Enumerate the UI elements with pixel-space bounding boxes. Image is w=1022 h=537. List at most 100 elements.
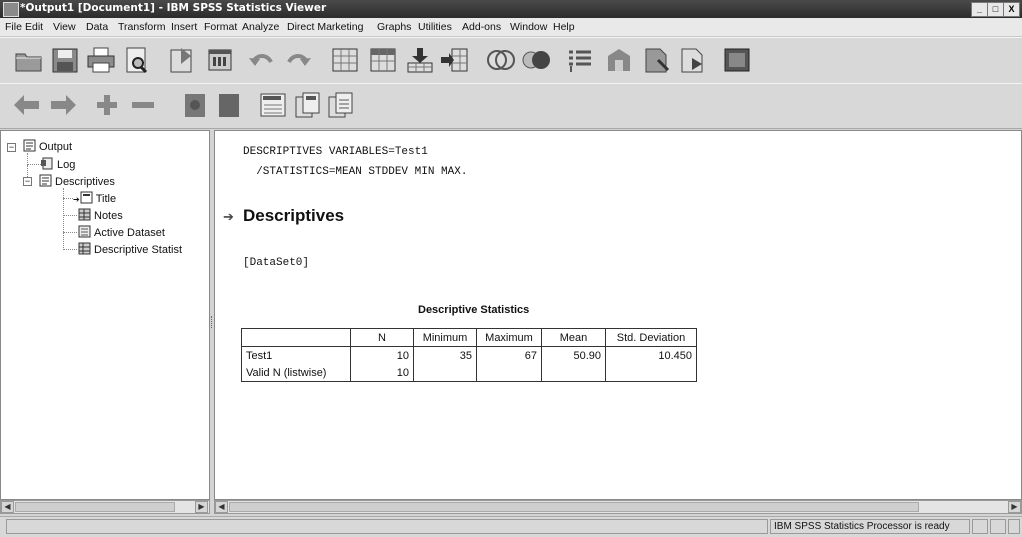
scroll-left-button[interactable]: ◀ (1, 501, 14, 513)
outline-toolbar (0, 83, 1022, 129)
goto-case-icon[interactable] (330, 46, 360, 74)
insert-heading-icon[interactable] (258, 91, 288, 119)
scroll-thumb[interactable] (229, 502, 919, 512)
scroll-thumb[interactable] (15, 502, 175, 512)
back-arrow-icon[interactable] (12, 91, 42, 119)
outline-horizontal-scrollbar[interactable]: ◀ ▶ (0, 500, 210, 514)
show-icon[interactable] (180, 91, 210, 119)
table-cell: 10 (350, 346, 414, 364)
menu-direct-marketing[interactable]: Direct Marketing (287, 21, 363, 33)
syntax-line-1: DESCRIPTIVES VARIABLES=Test1 (243, 146, 428, 158)
collapse-icon[interactable] (128, 91, 158, 119)
table-cell: 10 (350, 364, 414, 382)
outline-label-descriptive-statistics: Descriptive Statist (94, 244, 183, 256)
menu-data[interactable]: Data (86, 21, 108, 33)
menu-help[interactable]: Help (553, 21, 575, 33)
table-header-cell: Std. Deviation (605, 328, 697, 347)
weight-cases-icon[interactable] (522, 46, 552, 74)
close-button[interactable]: X (1003, 2, 1020, 17)
open-icon[interactable] (14, 46, 44, 74)
table-row-label: Test1 (241, 346, 351, 364)
menu-format[interactable]: Format (204, 21, 237, 33)
active-dataset-icon (78, 225, 91, 238)
current-item-arrow-icon: ➔ (73, 195, 80, 204)
output-heading[interactable]: Descriptives (243, 206, 344, 226)
insert-text-icon[interactable] (325, 91, 355, 119)
table-cell (476, 364, 542, 382)
menu-insert[interactable]: Insert (171, 21, 197, 33)
outline-item-output[interactable]: Output (23, 139, 72, 153)
outline-item-title[interactable]: ➔ Title (73, 191, 116, 205)
collapse-output-toggle[interactable]: − (7, 143, 16, 152)
menu-analyze[interactable]: Analyze (242, 21, 279, 33)
menu-edit[interactable]: Edit (25, 21, 43, 33)
print-icon[interactable] (86, 46, 116, 74)
table-cell: 10.450 (605, 346, 697, 364)
syntax-line-2: /STATISTICS=MEAN STDDEV MIN MAX. (243, 166, 468, 178)
content-horizontal-scrollbar[interactable]: ◀ ▶ (214, 500, 1022, 514)
outline-pane[interactable]: − Output Log − Descriptives ➔ Title Notes… (0, 130, 210, 500)
outline-label-title: Title (95, 193, 117, 205)
export-icon[interactable] (167, 46, 197, 74)
table-title: Descriptive Statistics (418, 304, 530, 316)
undo-icon[interactable] (247, 46, 277, 74)
outline-label-active-dataset: Active Dataset (94, 227, 165, 239)
create-output-icon[interactable] (642, 46, 672, 74)
table-header-row: N Minimum Maximum Mean Std. Deviation (241, 328, 697, 347)
outline-label-log: Log (57, 159, 76, 171)
outline-item-log[interactable]: Log (41, 157, 75, 171)
menu-add-ons[interactable]: Add-ons (462, 21, 501, 33)
expand-icon[interactable] (92, 91, 122, 119)
maximize-button[interactable]: □ (987, 2, 1004, 17)
main-toolbar (0, 37, 1022, 84)
insert-title-icon[interactable] (292, 91, 322, 119)
forward-arrow-icon[interactable] (48, 91, 78, 119)
menu-window[interactable]: Window (510, 21, 547, 33)
menu-graphs[interactable]: Graphs (377, 21, 411, 33)
print-preview-icon[interactable] (122, 46, 152, 74)
outline-label-notes: Notes (94, 210, 123, 222)
scroll-right-button[interactable]: ▶ (1008, 501, 1021, 513)
save-icon[interactable] (50, 46, 80, 74)
scroll-right-button[interactable]: ▶ (195, 501, 208, 513)
table-header-cell: Mean (541, 328, 606, 347)
status-indicator-2 (990, 519, 1006, 534)
table-cell: 35 (413, 346, 477, 364)
split-file-icon[interactable] (486, 46, 516, 74)
status-message: IBM SPSS Statistics Processor is ready (770, 519, 970, 534)
insert-variable-icon[interactable] (440, 46, 470, 74)
run-script-icon[interactable] (678, 46, 708, 74)
heading-arrow-icon: ➔ (223, 209, 234, 224)
hide-icon[interactable] (214, 91, 244, 119)
collapse-descriptives-toggle[interactable]: − (23, 177, 32, 186)
table-cell: 50.90 (541, 346, 606, 364)
menu-utilities[interactable]: Utilities (418, 21, 452, 33)
menu-view[interactable]: View (53, 21, 76, 33)
minimize-button[interactable]: _ (971, 2, 988, 17)
outline-label-output: Output (39, 141, 73, 153)
outline-item-active-dataset[interactable]: Active Dataset (78, 225, 165, 239)
menu-file[interactable]: File (5, 21, 22, 33)
outline-item-notes[interactable]: Notes (78, 208, 123, 222)
outline-label-descriptives: Descriptives (55, 176, 115, 188)
redo-icon[interactable] (283, 46, 313, 74)
toggle-icon[interactable] (722, 46, 752, 74)
table-header-cell: Maximum (476, 328, 542, 347)
outline-item-descriptive-statistics[interactable]: Descriptive Statist (78, 242, 182, 256)
menu-transform[interactable]: Transform (118, 21, 165, 33)
descriptive-statistics-table[interactable]: N Minimum Maximum Mean Std. Deviation Te… (241, 328, 697, 382)
table-header-cell: N (350, 328, 414, 347)
outline-item-descriptives[interactable]: Descriptives (39, 174, 115, 188)
goto-variable-icon[interactable] (368, 46, 398, 74)
designate-window-icon[interactable] (604, 46, 634, 74)
recall-dialog-icon[interactable] (206, 46, 236, 74)
select-cases-icon[interactable] (565, 46, 595, 74)
notes-icon (78, 208, 91, 221)
table-cell (541, 364, 606, 382)
spss-app-icon[interactable] (3, 2, 19, 17)
table-cell: 67 (476, 346, 542, 364)
pivot-table-icon (78, 242, 91, 255)
content-pane[interactable]: DESCRIPTIVES VARIABLES=Test1 /STATISTICS… (214, 130, 1022, 500)
scroll-left-button[interactable]: ◀ (215, 501, 228, 513)
insert-cases-icon[interactable] (405, 46, 435, 74)
